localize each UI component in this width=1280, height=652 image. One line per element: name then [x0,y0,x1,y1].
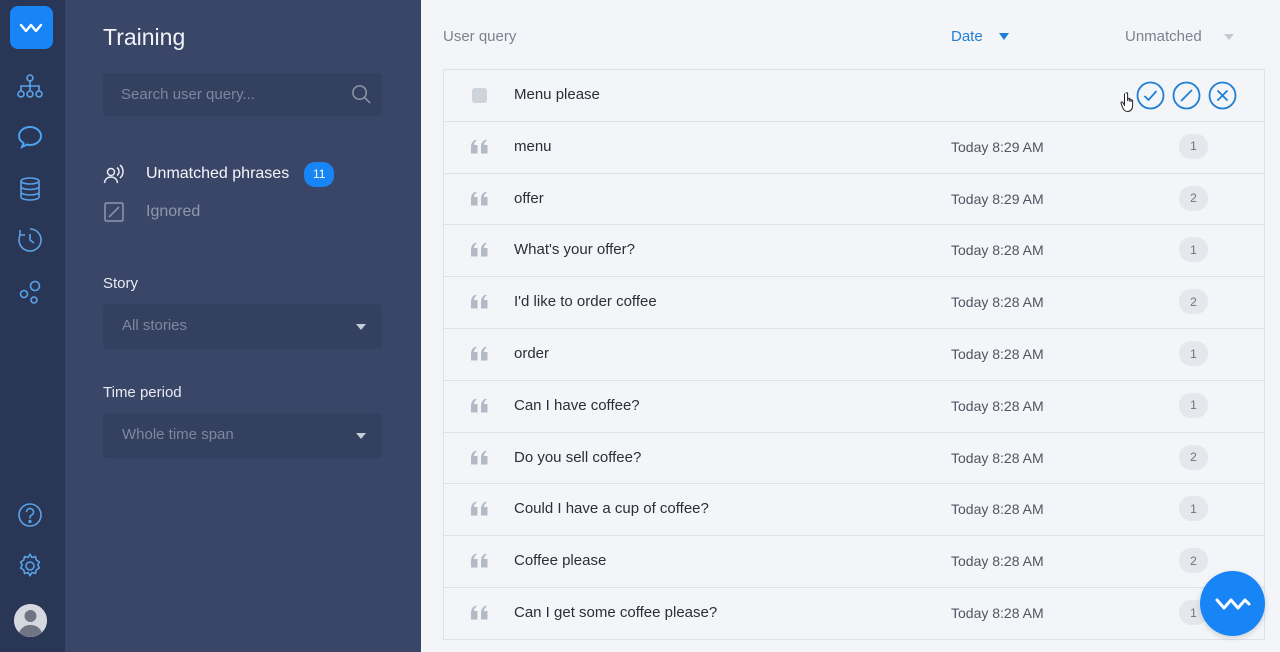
table-row[interactable]: Do you sell coffee? Today 8:28 AM 2 [444,433,1264,485]
row-timestamp: Today 8:28 AM [951,449,1044,466]
time-period-label: Time period [103,384,182,401]
row-count-badge: 1 [1179,496,1208,522]
search-icon[interactable] [351,84,372,105]
row-timestamp: Today 8:28 AM [951,501,1044,518]
search-input[interactable] [103,73,343,116]
status-filter-dropdown[interactable]: Unmatched [1125,28,1234,45]
ignored-icon [103,201,125,223]
quote-icon [471,501,488,516]
table-row[interactable]: Can I have coffee? Today 8:28 AM 1 [444,381,1264,433]
quote-icon [471,242,488,257]
delete-icon[interactable] [1208,81,1237,110]
table-row[interactable]: Can I get some coffee please? Today 8:28 … [444,588,1264,640]
row-text: Could I have a cup of coffee? [514,500,709,518]
quote-icon [471,346,488,361]
row-timestamp: Today 8:28 AM [951,553,1044,570]
database-icon[interactable] [14,173,46,205]
row-timestamp: Today 8:28 AM [951,346,1044,362]
row-text: offer [514,189,544,207]
row-count-badge: 2 [1179,444,1208,470]
row-count-badge: 1 [1179,133,1208,159]
table-row[interactable]: Could I have a cup of coffee? Today 8:28 … [444,484,1264,537]
row-timestamp: Today 8:28 AM [951,242,1044,259]
column-header-user-query: User query [443,28,517,45]
row-timestamp: Today 8:28 AM [951,605,1044,621]
history-icon[interactable] [14,224,46,256]
row-count-badge: 2 [1179,289,1208,315]
quote-icon [471,191,488,206]
quote-icon [471,398,488,413]
status-filter-label: Unmatched [1125,28,1202,45]
sort-down-icon [998,33,1009,40]
row-actions [1136,81,1244,110]
logo-icon[interactable] [10,6,53,49]
row-count-badge: 1 [1179,392,1208,418]
row-count-badge: 1 [1179,237,1208,263]
row-text: I'd like to order coffee [514,293,657,311]
row-text: Menu please [514,86,600,103]
quote-icon [471,450,488,465]
table-row[interactable]: menu Today 8:29 AM 1 [444,122,1264,174]
story-label: Story [103,275,139,292]
icon-rail [0,0,65,652]
integrations-icon[interactable] [14,276,46,308]
table-row[interactable]: offer Today 8:29 AM 2 [444,174,1264,226]
row-text: menu [514,137,552,155]
row-checkbox[interactable] [472,88,487,103]
chevron-down-icon [1223,33,1234,40]
chat-icon[interactable] [14,121,46,153]
page-title: Training [103,24,186,50]
row-text: Coffee please [514,552,607,570]
column-header-date[interactable]: Date [951,28,1009,45]
wave-icon [1215,598,1250,609]
table-row[interactable]: Menu please [444,70,1264,122]
row-text: What's your offer? [514,241,635,259]
table-row[interactable]: Coffee please Today 8:28 AM 2 [444,536,1264,588]
quote-icon [471,605,488,620]
nav-unmatched-phrases[interactable]: Unmatched phrases 11 [103,161,335,187]
row-text: Do you sell coffee? [514,448,642,466]
row-count-badge: 1 [1179,341,1208,366]
main-content: User query Date Unmatched Menu please me… [421,0,1280,652]
nav-ignored[interactable]: Ignored [103,199,200,225]
structure-icon[interactable] [14,70,46,102]
chat-widget-button[interactable] [1200,571,1265,636]
search-box [103,73,382,116]
row-timestamp: Today 8:29 AM [951,138,1044,155]
story-select-value: All stories [122,317,188,334]
table-row[interactable]: I'd like to order coffee Today 8:28 AM 2 [444,277,1264,329]
nav-unmatched-label: Unmatched phrases [146,165,290,182]
quote-icon [471,294,488,309]
row-text: order [514,345,550,362]
chevron-down-icon [356,433,366,439]
approve-icon[interactable] [1136,81,1165,110]
time-period-select[interactable]: Whole time span [103,413,382,458]
ignore-icon[interactable] [1172,81,1201,110]
row-text: Can I get some coffee please? [514,604,718,621]
row-count-badge: 2 [1179,548,1208,574]
chevron-down-icon [356,324,366,330]
training-panel: Training Unmatched phrases 11 Ignored St… [65,0,421,652]
phrases-table: Menu please menu Today 8:29 AM 1 offer Today… [443,69,1265,640]
table-row[interactable]: What's your offer? Today 8:28 AM 1 [444,225,1264,278]
help-icon[interactable] [14,499,46,531]
table-row[interactable]: order Today 8:28 AM 1 [444,329,1264,381]
settings-icon[interactable] [14,550,46,582]
quote-icon [471,553,488,568]
nav-ignored-label: Ignored [146,203,201,220]
row-text: Can I have coffee? [514,396,640,414]
row-timestamp: Today 8:28 AM [951,294,1044,311]
time-period-select-value: Whole time span [122,426,234,443]
row-timestamp: Today 8:28 AM [951,397,1044,414]
unmatched-speech-icon [103,163,125,185]
row-count-badge: 2 [1179,185,1208,211]
story-select[interactable]: All stories [103,304,382,349]
quote-icon [471,139,488,154]
unmatched-count-badge: 11 [304,161,335,187]
avatar[interactable] [14,604,47,637]
date-sort-label: Date [951,28,983,45]
row-timestamp: Today 8:29 AM [951,190,1044,207]
